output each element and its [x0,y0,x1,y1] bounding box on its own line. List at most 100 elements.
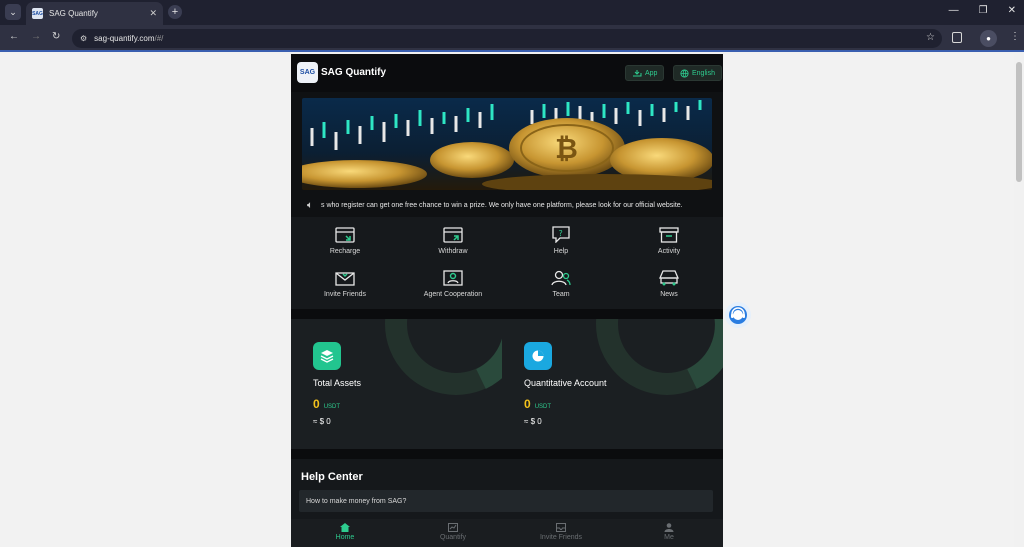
help-center: Help Center How to make money from SAG? [291,459,723,519]
menu-invite-friends[interactable]: Invite Friends [291,268,399,298]
help-icon: ? [550,225,572,244]
asset-amount: 0 [313,397,320,411]
card-value: 0 USDT [524,397,551,411]
browser-toolbar: ← → ↻ ⚙ sag-quantify.com/#/ ☆ ● ⋮ [0,25,1024,52]
quantitative-account-card[interactable]: Quantitative Account 0 USDT ≈ $ 0 [502,319,723,449]
usd-equivalent: ≈ $ 0 [313,417,331,426]
menu-label: Agent Cooperation [423,291,483,298]
card-title: Total Assets [313,378,362,388]
nav-label: Quantify [439,534,467,541]
ticker-text: s who register can get one free chance t… [321,201,683,209]
nav-quantify[interactable]: Quantify [399,519,507,547]
usd-equivalent: ≈ $ 0 [524,417,542,426]
nav-invite-friends[interactable]: Invite Friends [507,519,615,547]
asset-unit: USDT [534,404,552,410]
headset-icon [729,306,747,324]
agent-icon [442,268,464,287]
help-center-title: Help Center [301,471,363,483]
reload-icon[interactable]: ↻ [52,31,60,42]
menu-withdraw[interactable]: Withdraw [399,225,507,255]
language-label: English [692,69,715,77]
svg-text:₿: ₿ [555,132,578,165]
menu-label: Recharge [329,248,361,255]
invite-icon [334,268,356,287]
nav-me[interactable]: Me [615,519,723,547]
extensions-icon[interactable] [952,32,962,43]
quick-menu-grid: Recharge Withdraw ? Help Activity Invite… [291,217,723,309]
new-tab-button[interactable]: + [168,5,182,19]
address-bar[interactable]: ⚙ sag-quantify.com/#/ ☆ [72,29,942,48]
quantify-icon [448,523,458,532]
download-icon [633,70,642,77]
nav-label: Me [664,534,674,541]
menu-agent-cooperation[interactable]: Agent Cooperation [399,268,507,298]
back-icon[interactable]: ← [9,31,19,42]
asset-amount: 0 [524,397,531,411]
app-download-button[interactable]: App [625,65,665,81]
url-host: sag-quantify.com [94,34,155,43]
asset-cards: Total Assets 0 USDT ≈ $ 0 Quantitative A… [291,319,723,449]
layers-icon [313,342,341,370]
help-question-item[interactable]: How to make money from SAG? [299,490,713,512]
language-button[interactable]: English [673,65,722,81]
scrollbar-thumb[interactable] [1016,62,1022,182]
customer-support-button[interactable] [725,302,751,328]
menu-label: Withdraw [438,248,468,255]
close-window-icon[interactable]: ✕ [1008,5,1016,16]
home-icon [340,523,350,532]
menu-team[interactable]: Team [507,268,615,298]
nav-home[interactable]: Home [291,519,399,547]
site-info-icon[interactable]: ⚙ [80,34,87,43]
bookmark-star-icon[interactable]: ☆ [926,32,935,43]
sag-logo: SAG [297,62,318,83]
promo-banner[interactable]: ₿ [302,98,712,190]
team-icon [550,268,572,287]
page-viewport: SAG SAG Quantify App English ₿ 🔈︎ s who … [0,54,1014,547]
nav-label: Invite Friends [539,534,583,541]
total-assets-card[interactable]: Total Assets 0 USDT ≈ $ 0 [291,319,502,449]
invite-tray-icon [556,523,566,532]
minimize-icon[interactable]: — [949,5,959,16]
card-decoration [596,319,723,395]
window-controls: — ❐ ✕ [949,5,1016,16]
tab-close-icon[interactable]: ✕ [149,8,157,19]
menu-label: Team [552,291,570,298]
browser-tab-strip: ⌄ SAG SAG Quantify ✕ + — ❐ ✕ [0,0,1024,25]
tab-title: SAG Quantify [49,9,98,18]
news-icon [658,268,680,287]
section-divider [291,309,723,319]
profile-avatar-icon[interactable]: ● [980,30,997,47]
menu-activity[interactable]: Activity [615,225,723,255]
browser-menu-icon[interactable]: ⋮ [1010,31,1020,42]
notice-ticker: 🔈︎ s who register can get one free chanc… [291,194,723,216]
menu-help[interactable]: ? Help [507,225,615,255]
forward-icon[interactable]: → [31,31,41,42]
pie-chart-icon [524,342,552,370]
menu-label: Help [553,248,569,255]
speaker-icon: 🔈︎ [307,199,313,211]
recharge-icon [334,225,356,244]
nav-label: Home [335,534,355,541]
card-value: 0 USDT [313,397,340,411]
person-icon [664,523,674,532]
menu-news[interactable]: News [615,268,723,298]
activity-icon [658,225,680,244]
globe-icon [680,68,689,78]
withdraw-icon [442,225,464,244]
svg-text:?: ? [559,229,563,238]
url-path: /#/ [154,34,164,43]
app-container: SAG SAG Quantify App English ₿ 🔈︎ s who … [291,54,723,547]
menu-label: News [660,291,678,298]
card-title: Quantitative Account [524,378,607,388]
tab-search-icon[interactable]: ⌄ [5,4,21,20]
menu-recharge[interactable]: Recharge [291,225,399,255]
section-divider [291,449,723,459]
menu-label: Invite Friends [323,291,367,298]
menu-label: Activity [657,248,681,255]
app-header: SAG SAG Quantify App English [291,54,723,92]
app-name: SAG Quantify [321,67,387,78]
restore-icon[interactable]: ❐ [979,5,988,16]
bitcoin-banner-image: ₿ [302,98,712,190]
browser-tab[interactable]: SAG SAG Quantify ✕ [26,2,163,25]
app-button-label: App [645,69,658,77]
